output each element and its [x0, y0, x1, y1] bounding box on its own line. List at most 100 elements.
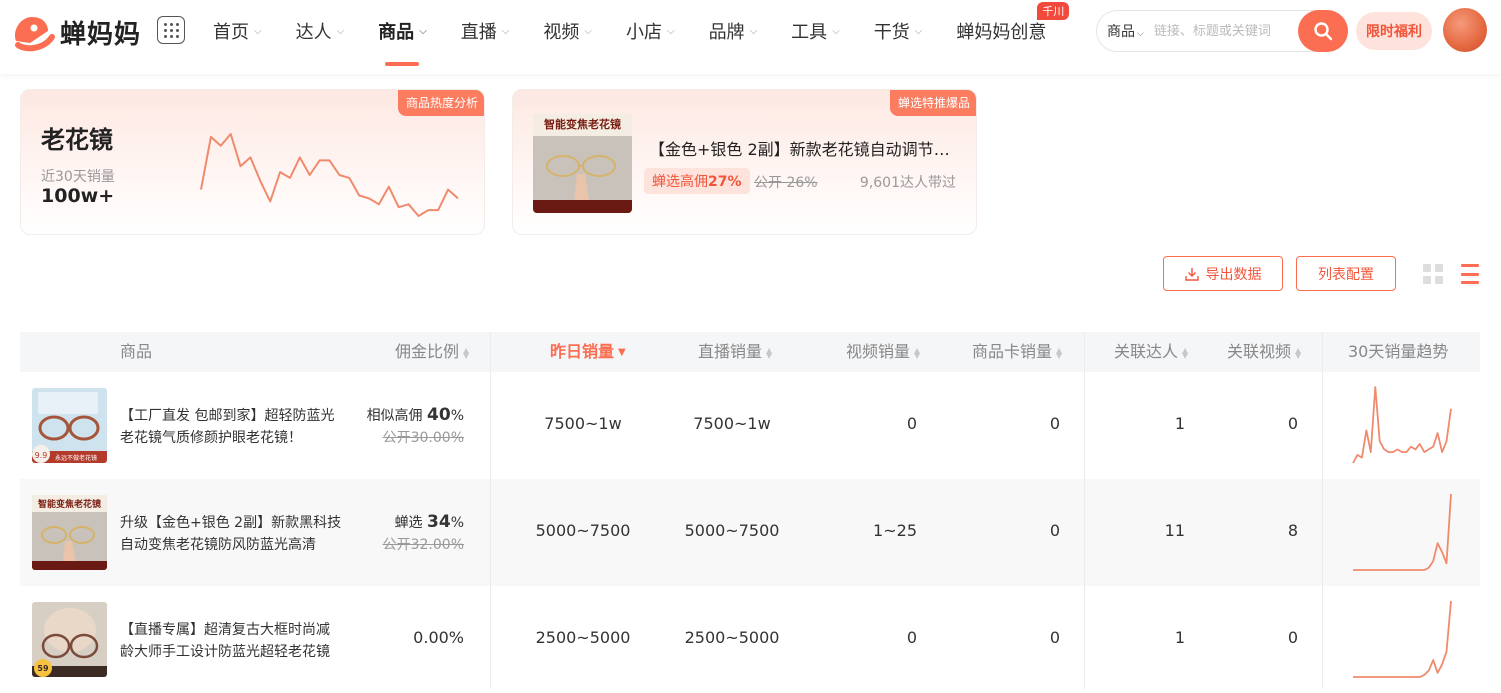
- column-header-2[interactable]: 昨日销量 ▼: [550, 332, 626, 372]
- chevron-down-icon: ⌵: [336, 25, 345, 37]
- nav-item-3[interactable]: 直播 ⌵: [444, 0, 527, 62]
- sort-icon[interactable]: ▲ ▼: [914, 346, 920, 359]
- nav-label: 工具: [791, 22, 828, 43]
- user-avatar[interactable]: [1443, 8, 1487, 52]
- nav-item-6[interactable]: 品牌 ⌵: [692, 0, 775, 62]
- commission-prefix: 相似高佣: [366, 408, 423, 424]
- nav-item-4[interactable]: 视频 ⌵: [526, 0, 609, 62]
- yesterday-sales: 5000~7500: [535, 521, 631, 540]
- search-box: 商品 ⌵: [1096, 10, 1348, 52]
- search-input[interactable]: [1151, 22, 1276, 40]
- video-value: 0: [906, 628, 917, 647]
- column-label: 关联视频: [1227, 342, 1292, 361]
- table-row[interactable]: 智能变焦老花镜 升级【金色+银色 2副】新款黑科技自动变焦老花镜防风防蓝光高清 …: [20, 479, 1480, 586]
- sort-icon[interactable]: ▲ ▼: [1182, 346, 1188, 359]
- column-header-4[interactable]: 视频销量 ▲ ▼: [846, 332, 920, 372]
- search-category-select[interactable]: 商品 ⌵: [1107, 21, 1144, 41]
- grid-view-icon[interactable]: [1423, 264, 1443, 284]
- nav-label: 直播: [460, 22, 497, 43]
- list-config-button[interactable]: 列表配置: [1296, 256, 1396, 291]
- column-header-6[interactable]: 关联达人 ▲ ▼: [1114, 332, 1188, 372]
- product-title[interactable]: 升级【金色+银色 2副】新款黑科技自动变焦老花镜防风防蓝光高清: [120, 512, 342, 556]
- chevron-down-icon: ⌵: [584, 25, 592, 37]
- daren-value: 1: [1174, 414, 1185, 433]
- product-title[interactable]: 【直播专属】超清复古大框时尚减龄大师手工设计防蓝光超轻老花镜: [120, 619, 342, 663]
- product-table: 商品 佣金比例 ▲ ▼ 昨日销量 ▼ 直播销量 ▲ ▼ 视频销量 ▲ ▼ 商品卡销量 ▲ ▼ 关联达人 ▲ ▼ 关联…: [20, 332, 1480, 693]
- column-header-1[interactable]: 佣金比例 ▲ ▼: [395, 332, 469, 372]
- keyword-heat-card[interactable]: 商品热度分析 老花镜 近30天销量 100w+: [20, 89, 485, 235]
- search-button[interactable]: [1298, 10, 1348, 52]
- nav-label: 达人: [295, 22, 332, 43]
- search-icon: [1314, 22, 1333, 41]
- videos-value: 8: [1287, 521, 1298, 540]
- commission-rate: 0.00%: [413, 628, 464, 647]
- brand-logo[interactable]: 蝉妈妈: [10, 11, 144, 53]
- nav-label: 干货: [873, 22, 910, 43]
- featured-product-title[interactable]: 【金色+银色 2副】新款老花镜自动调节度数高清防蓝光: [649, 136, 959, 160]
- nav-label: 视频: [543, 22, 580, 43]
- sort-icon[interactable]: ▲ ▼: [1295, 346, 1301, 359]
- chevron-down-icon: ⌵: [419, 25, 427, 37]
- row-trend-chart: [1353, 600, 1452, 678]
- commission-value: 34: [427, 512, 451, 532]
- column-header-3[interactable]: 直播销量 ▲ ▼: [698, 332, 772, 372]
- commission-value: 40: [427, 405, 451, 425]
- daren-value: 11: [1164, 521, 1185, 540]
- keyword-trend-chart: [200, 133, 459, 217]
- table-header: 商品 佣金比例 ▲ ▼ 昨日销量 ▼ 直播销量 ▲ ▼ 视频销量 ▲ ▼ 商品卡销量 ▲ ▼ 关联达人 ▲ ▼ 关联…: [20, 332, 1480, 372]
- nav-item-0[interactable]: 首页 ⌵: [196, 0, 279, 62]
- commission-unit: %: [450, 408, 464, 424]
- nav-item-5[interactable]: 小店 ⌵: [609, 0, 692, 62]
- column-header-7[interactable]: 关联视频 ▲ ▼: [1227, 332, 1301, 372]
- brand-name: 蝉妈妈: [60, 19, 142, 50]
- trend-line: [1353, 600, 1452, 678]
- chevron-down-icon: ⌵: [749, 25, 758, 37]
- product-thumbnail[interactable]: 59: [32, 602, 107, 677]
- column-divider: [1084, 332, 1085, 689]
- sort-icon[interactable]: ▲ ▼: [1056, 346, 1062, 359]
- videos-value: 0: [1287, 414, 1298, 433]
- column-label: 直播销量: [698, 342, 763, 361]
- product-title[interactable]: 【工厂直发 包邮到家】超轻防蓝光老花镜气质修颜护眼老花镜！: [120, 405, 342, 449]
- daren-value: 1: [1174, 628, 1185, 647]
- column-header-5[interactable]: 商品卡销量 ▲ ▼: [972, 332, 1062, 372]
- column-label: 视频销量: [846, 342, 911, 361]
- limited-offer-button[interactable]: 限时福利: [1356, 12, 1432, 50]
- yesterday-sales: 7500~1w: [544, 414, 622, 433]
- commission-prefix: 蝉选: [394, 515, 423, 531]
- nav-label: 品牌: [708, 22, 745, 43]
- thumb-price: 59: [37, 664, 49, 673]
- videos-value: 0: [1287, 628, 1298, 647]
- column-divider: [1322, 332, 1323, 689]
- high-commission-chip: 蝉选高佣27%: [644, 168, 750, 194]
- product-thumbnail[interactable]: 9.9 永远不做老花镜: [32, 388, 107, 463]
- app-grid-button[interactable]: [157, 16, 185, 44]
- heat-analysis-tag: 商品热度分析: [397, 90, 484, 116]
- nav-item-8[interactable]: 干货 ⌵: [857, 0, 940, 62]
- table-row[interactable]: 9.9 永远不做老花镜 【工厂直发 包邮到家】超轻防蓝光老花镜气质修颜护眼老花镜…: [20, 372, 1480, 479]
- export-data-button[interactable]: 导出数据: [1163, 256, 1283, 291]
- nav-item-9[interactable]: 蝉妈妈创意 千川: [939, 0, 1070, 62]
- row-trend-chart: [1353, 493, 1452, 571]
- chanmama-logo-icon: [14, 17, 55, 52]
- column-label: 30天销量趋势: [1348, 342, 1449, 361]
- column-label: 昨日销量: [550, 342, 615, 361]
- nav-item-2[interactable]: 商品 ⌵: [361, 0, 444, 66]
- column-label: 商品卡销量: [972, 342, 1053, 361]
- keyword-title: 老花镜: [41, 126, 113, 154]
- featured-product-card[interactable]: 蝉选特推爆品 智能变焦老花镜 【金色+银色 2副】新款老花镜自动调节度数高清防蓝…: [512, 89, 977, 235]
- card-value: 0: [1049, 628, 1060, 647]
- product-thumbnail[interactable]: 智能变焦老花镜: [32, 495, 107, 570]
- chevron-down-icon: ⌵: [254, 25, 262, 37]
- live-sales: 5000~7500: [684, 521, 780, 540]
- sort-icon[interactable]: ▼: [618, 347, 626, 358]
- table-row[interactable]: 59 【直播专属】超清复古大框时尚减龄大师手工设计防蓝光超轻老花镜 0.00% 25…: [20, 586, 1480, 693]
- thumb-text: 智能变焦老花镜: [38, 498, 101, 510]
- sort-icon[interactable]: ▲ ▼: [766, 346, 772, 359]
- chevron-down-icon: ⌵: [666, 25, 675, 37]
- nav-item-1[interactable]: 达人 ⌵: [279, 0, 362, 62]
- nav-label: 商品: [378, 22, 415, 43]
- sort-icon[interactable]: ▲ ▼: [463, 346, 469, 359]
- list-view-icon[interactable]: [1461, 264, 1479, 284]
- nav-item-7[interactable]: 工具 ⌵: [774, 0, 857, 62]
